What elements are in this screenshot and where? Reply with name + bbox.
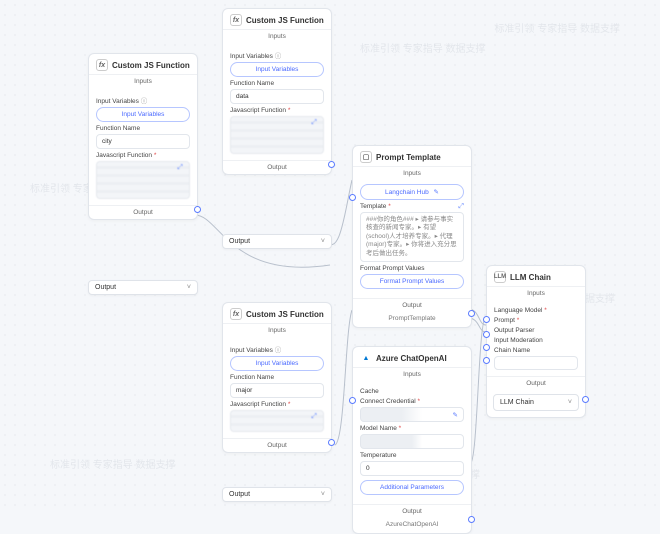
output-select[interactable]: LLM Chain ˅	[493, 394, 579, 411]
node-title: Azure ChatOpenAI	[376, 354, 447, 363]
label-template: Template	[360, 203, 386, 210]
node-type-label: AzureChatOpenAI	[353, 518, 471, 533]
node-title: Custom JS Function	[246, 16, 324, 25]
section-inputs: Inputs	[223, 323, 331, 337]
function-name-input[interactable]: major	[230, 383, 324, 398]
expand-icon[interactable]: ⤢	[458, 203, 464, 211]
output-select-value: Output	[229, 491, 250, 498]
label-input-moderation: Input Moderation	[494, 337, 578, 344]
temperature-input[interactable]: 0	[360, 461, 464, 476]
info-icon: ⓘ	[141, 98, 148, 105]
code-editor[interactable]: ⤢	[230, 116, 324, 154]
output-select-value: Output	[95, 284, 116, 291]
input-variables-button[interactable]: Input Variables	[230, 62, 324, 77]
output-select[interactable]: Output ˅	[222, 487, 332, 502]
label-function-name: Function Name	[230, 80, 324, 87]
section-inputs: Inputs	[487, 286, 585, 300]
label-js-function: Javascript Function	[230, 401, 286, 408]
expand-icon[interactable]: ⤢	[177, 164, 183, 172]
label-temperature: Temperature	[360, 452, 397, 459]
credential-input[interactable]: ✎	[360, 407, 464, 422]
section-inputs: Inputs	[353, 367, 471, 381]
label-input-variables: Input Variables	[230, 347, 273, 354]
node-llm-chain[interactable]: LLM LLM Chain Inputs Language Model * Pr…	[486, 265, 586, 418]
input-variables-button[interactable]: Input Variables	[96, 107, 190, 122]
label-js-function: Javascript Function	[230, 107, 286, 114]
section-output: Output	[89, 205, 197, 219]
label-output-parser: Output Parser	[494, 327, 578, 334]
chevron-down-icon: ˅	[321, 238, 325, 245]
fx-icon: fx	[96, 59, 108, 71]
code-editor[interactable]: ⤢	[230, 410, 324, 432]
chain-icon: LLM	[494, 271, 506, 283]
section-output: Output	[353, 504, 471, 518]
function-name-input[interactable]: data	[230, 89, 324, 104]
node-title: Custom JS Function	[112, 61, 190, 70]
fx-icon: fx	[230, 308, 242, 320]
section-output: Output	[487, 376, 585, 390]
label-language-model: Language Model	[494, 307, 542, 314]
node-custom-js-data[interactable]: fx Custom JS Function Inputs Input Varia…	[222, 8, 332, 175]
expand-icon[interactable]: ⤢	[311, 119, 317, 127]
additional-parameters-button[interactable]: Additional Parameters	[360, 480, 464, 495]
label-input-variables: Input Variables	[96, 98, 139, 105]
label-function-name: Function Name	[96, 125, 190, 132]
label-cache: Cache	[360, 388, 464, 395]
node-type-label: PromptTemplate	[353, 312, 471, 327]
format-prompt-values-button[interactable]: Format Prompt Values	[360, 274, 464, 289]
expand-icon[interactable]: ⤢	[311, 413, 317, 421]
output-select-value: Output	[229, 238, 250, 245]
section-output: Output	[353, 298, 471, 312]
label-js-function: Javascript Function	[96, 152, 152, 159]
section-inputs: Inputs	[353, 166, 471, 180]
section-output: Output	[223, 438, 331, 452]
langchain-hub-button[interactable]: Langchain Hub ✎	[360, 184, 464, 200]
output-select-value: LLM Chain	[500, 399, 534, 406]
model-name-input[interactable]	[360, 434, 464, 449]
azure-icon: ▲	[360, 352, 372, 364]
function-name-input[interactable]: city	[96, 134, 190, 149]
node-title: Custom JS Function	[246, 310, 324, 319]
chevron-down-icon: ˅	[187, 284, 191, 291]
template-textarea[interactable]: ###你的角色### ▸ 请参与事实核查的新闻专家。▸ 有望(school)人才…	[360, 212, 464, 262]
label-function-name: Function Name	[230, 374, 324, 381]
input-variables-button[interactable]: Input Variables	[230, 356, 324, 371]
label-prompt: Prompt	[494, 317, 515, 324]
label-input-variables: Input Variables	[230, 53, 273, 60]
output-select[interactable]: Output ˅	[88, 280, 198, 295]
label-chain-name: Chain Name	[494, 347, 578, 354]
prompt-icon: ▢	[360, 151, 372, 163]
label-format-prompt: Format Prompt Values	[360, 265, 464, 272]
section-inputs: Inputs	[89, 74, 197, 88]
node-azure-chatopenai[interactable]: ▲ Azure ChatOpenAI Inputs Cache Connect …	[352, 346, 472, 534]
node-custom-js-city[interactable]: fx Custom JS Function Inputs Input Varia…	[88, 53, 198, 220]
node-title: LLM Chain	[510, 273, 551, 282]
info-icon: ⓘ	[275, 53, 282, 60]
section-output: Output	[223, 160, 331, 174]
node-title: Prompt Template	[376, 153, 441, 162]
label-model-name: Model Name	[360, 425, 397, 432]
fx-icon: fx	[230, 14, 242, 26]
label-credential: Connect Credential	[360, 398, 416, 405]
chain-name-input[interactable]	[494, 356, 578, 370]
output-select[interactable]: Output ˅	[222, 234, 332, 249]
chevron-down-icon: ˅	[321, 491, 325, 498]
info-icon: ⓘ	[275, 347, 282, 354]
edit-icon[interactable]: ✎	[453, 411, 458, 419]
code-editor[interactable]: ⤢	[96, 161, 190, 199]
section-inputs: Inputs	[223, 29, 331, 43]
chevron-down-icon: ˅	[568, 399, 572, 406]
node-prompt-template[interactable]: ▢ Prompt Template Inputs Langchain Hub ✎…	[352, 145, 472, 328]
edit-icon: ✎	[434, 189, 439, 196]
node-custom-js-major[interactable]: fx Custom JS Function Inputs Input Varia…	[222, 302, 332, 453]
